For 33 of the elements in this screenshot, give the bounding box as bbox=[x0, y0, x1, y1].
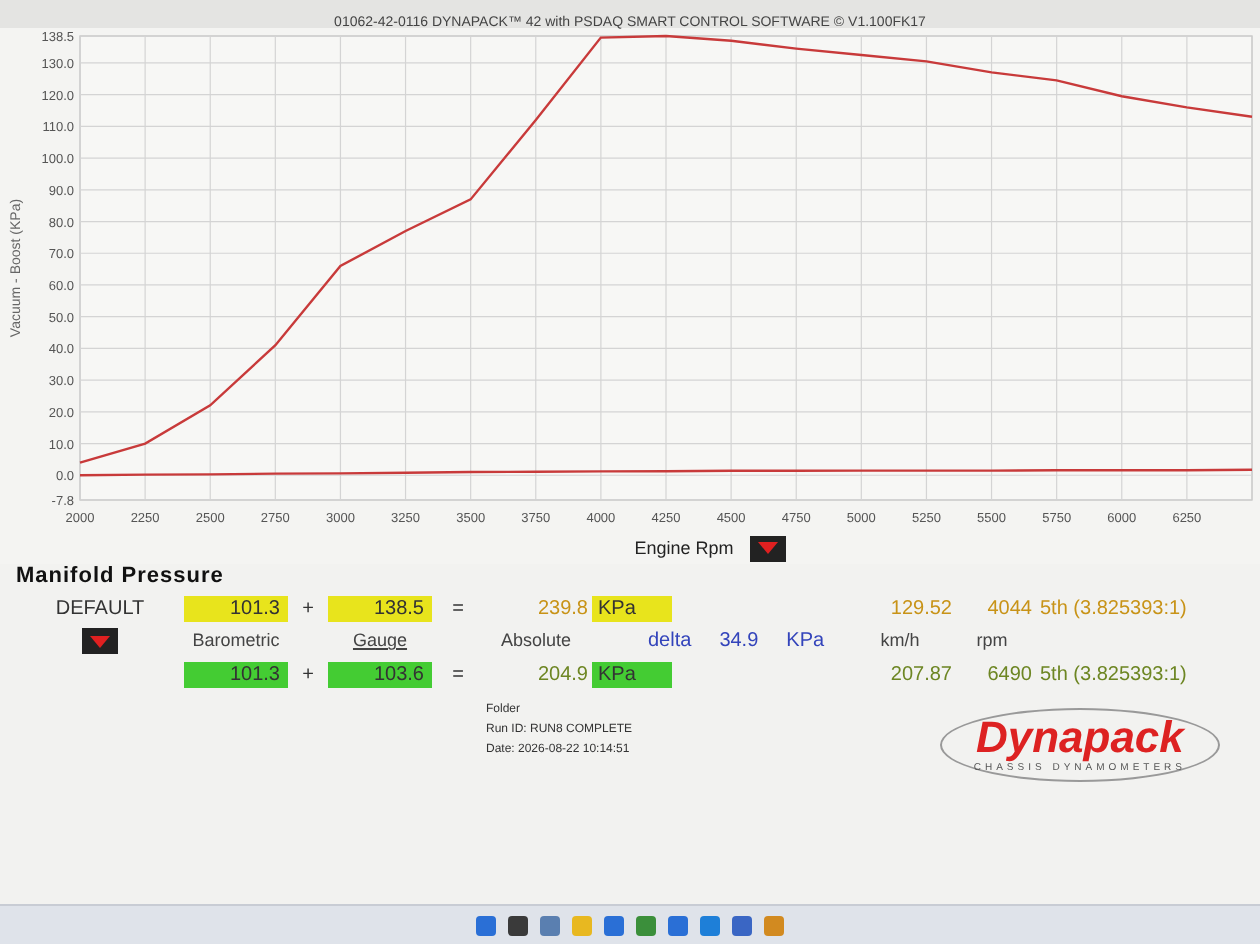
speed-value: 207.87 bbox=[888, 661, 952, 687]
equals-sign: = bbox=[450, 596, 466, 622]
speed-value: 129.52 bbox=[888, 596, 952, 622]
unit-label: KPa bbox=[592, 596, 672, 622]
gauge-value: 103.6 bbox=[328, 661, 432, 687]
gear-ratio: 5th (3.825393:1) bbox=[1038, 661, 1189, 687]
rpm-value: 6490 bbox=[985, 661, 1032, 687]
barometric-value: 101.3 bbox=[184, 596, 288, 622]
unit-label: KPa bbox=[592, 661, 672, 687]
section-title: Manifold Pressure bbox=[16, 564, 226, 588]
gear-ratio: 5th (3.825393:1) bbox=[1038, 596, 1189, 622]
barometric-value: 101.3 bbox=[184, 661, 288, 687]
caret-icon bbox=[90, 635, 110, 647]
absolute-value: 204.9 bbox=[535, 661, 588, 687]
dropdown-button[interactable] bbox=[749, 535, 786, 561]
caret-icon bbox=[757, 542, 778, 554]
logo-wordmark: Dynapack bbox=[975, 714, 1184, 762]
delta-value: 34.9 bbox=[719, 628, 759, 655]
speed-unit-label: km/h bbox=[880, 628, 920, 655]
absolute-value: 239.8 bbox=[535, 596, 588, 622]
preset-label: DEFAULT bbox=[53, 596, 147, 622]
delta-label: delta bbox=[648, 628, 692, 655]
gauge-value: 138.5 bbox=[328, 596, 432, 622]
rpm-value: 4044 bbox=[985, 596, 1032, 622]
rpm-unit-label: rpm bbox=[976, 628, 1008, 655]
absolute-label: Absolute bbox=[500, 628, 572, 655]
gauge-label: Gauge bbox=[352, 628, 408, 655]
plus-sign: + bbox=[300, 661, 316, 687]
plus-sign: + bbox=[300, 596, 316, 622]
equals-sign: = bbox=[450, 661, 466, 687]
delta-unit: KPa bbox=[786, 628, 825, 655]
x-axis-label: Engine Rpm bbox=[634, 538, 734, 558]
barometric-label: Barometric bbox=[192, 628, 280, 655]
